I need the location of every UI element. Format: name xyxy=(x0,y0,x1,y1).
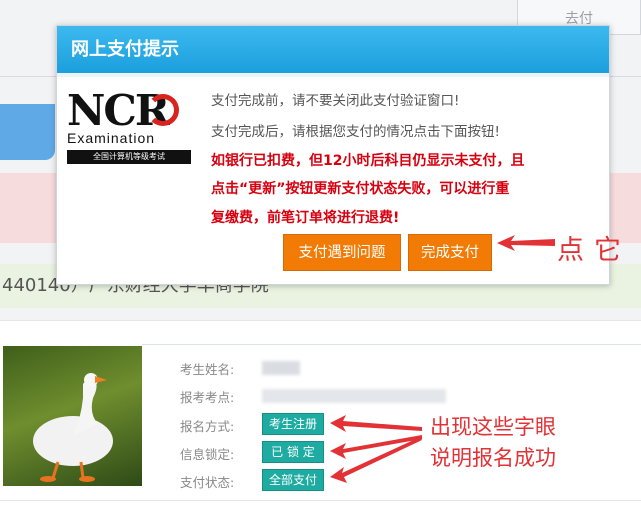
registration-mode-label: 报名方式: xyxy=(180,419,235,434)
payment-problem-button[interactable]: 支付遇到问题 xyxy=(283,234,401,271)
section-divider xyxy=(0,320,641,321)
goose-image xyxy=(33,373,113,482)
arrow-left-icon xyxy=(497,235,555,251)
ncre-logo: NCR Examination 全国计算机等级考试 xyxy=(67,90,191,168)
info-lock-label: 信息锁定: xyxy=(180,447,235,462)
refund-warning-line-2: 点击“更新”按钮更新支付状态失败，可以进行重 xyxy=(211,181,510,197)
info-locked-tag: 已 锁 定 xyxy=(262,441,324,463)
success-annotation-line-2: 说明报名成功 xyxy=(430,446,556,470)
logo-wordmark: Examination xyxy=(67,130,156,146)
payment-status-tag: 全部支付 xyxy=(262,469,324,491)
exam-site-value-redacted xyxy=(262,389,446,403)
profile-top-divider xyxy=(142,344,641,345)
arrows-to-tags-icon xyxy=(330,415,422,483)
blue-panel xyxy=(0,104,55,160)
dialog-title: 网上支付提示 xyxy=(57,26,609,73)
registration-mode-tag: 考生注册 xyxy=(262,413,324,435)
success-annotation-line-1: 出现这些字眼 xyxy=(430,415,556,439)
notice-after-payment: 支付完成后，请根据您支付的情况点击下面按钮! xyxy=(211,124,500,140)
payment-status-label: 支付状态: xyxy=(180,475,235,490)
refund-warning-line-1: 如银行已扣费，但12小时后科目仍显示未支付，且 xyxy=(211,153,525,169)
refund-warning-line-3: 复缴费，前笔订单将进行退费! xyxy=(211,210,400,226)
name-value-redacted xyxy=(262,361,300,375)
logo-band: 全国计算机等级考试 xyxy=(67,150,191,164)
applicant-photo xyxy=(3,346,142,486)
exam-site-label: 报考考点: xyxy=(180,390,235,405)
dialog-divider xyxy=(57,73,609,77)
payment-done-button[interactable]: 完成支付 xyxy=(408,234,492,271)
notice-before-payment: 支付完成前，请不要关闭此支付验证窗口! xyxy=(211,93,460,109)
name-label: 考生姓名: xyxy=(180,362,235,377)
bottom-divider xyxy=(0,500,641,501)
logo-ring-icon xyxy=(147,94,179,126)
click-it-annotation: 点它 xyxy=(557,235,631,266)
